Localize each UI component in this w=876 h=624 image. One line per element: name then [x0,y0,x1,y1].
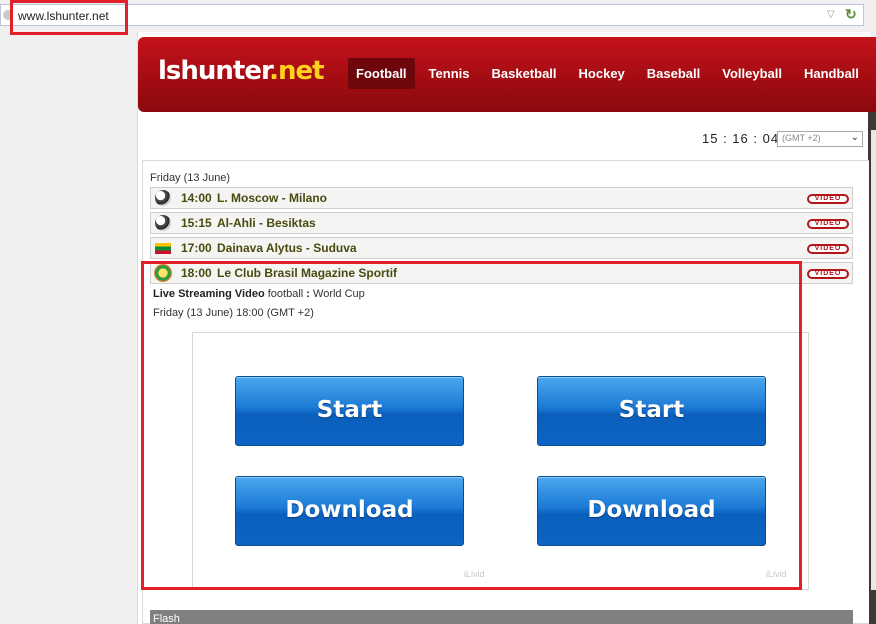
date-heading: Friday (13 June) [150,172,231,184]
video-badge[interactable]: VIDEO [807,219,849,229]
soccer-ball-icon [155,215,171,231]
logo-main: lshunter [158,56,270,86]
clock: 15 : 16 : 04 [702,131,780,146]
video-badge[interactable]: VIDEO [807,194,849,204]
nav-baseball[interactable]: Baseball [639,58,708,89]
match-row[interactable]: 17:00 Dainava Alytus - Suduva VIDEO [150,237,853,259]
nav-volleyball[interactable]: Volleyball [714,58,790,89]
match-teams[interactable]: Dainava Alytus - Suduva [217,241,357,255]
reload-icon[interactable]: ↻ [845,6,857,23]
match-teams[interactable]: L. Moscow - Milano [217,191,327,205]
site-logo[interactable]: lshunter.net [158,56,325,86]
sport-nav: Football Tennis Basketball Hockey Baseba… [348,58,876,90]
timezone-value: (GMT +2) [782,133,821,143]
url-highlight-box [10,0,128,35]
site-header: lshunter.net Football Tennis Basketball … [138,37,876,112]
match-time: 14:00 [181,191,212,205]
lithuania-flag-icon [155,243,171,254]
dropdown-arrow-icon[interactable]: ▽ [827,9,835,20]
match-time: 15:15 [181,216,212,230]
browser-address-bar: www.lshunter.net ▽ ↻ [0,0,876,32]
video-badge[interactable]: VIDEO [807,244,849,254]
match-row[interactable]: 15:15 Al-Ahli - Besiktas VIDEO [150,212,853,234]
scrollbar-track[interactable] [871,130,876,590]
soccer-ball-icon [155,190,171,206]
nav-basketball[interactable]: Basketball [483,58,564,89]
url-field[interactable]: www.lshunter.net ▽ ↻ [0,4,864,26]
nav-tennis[interactable]: Tennis [421,58,478,89]
match-row[interactable]: 14:00 L. Moscow - Milano VIDEO [150,187,853,209]
logo-suffix: .net [269,56,324,86]
chevron-down-icon: ⌄ [850,132,859,143]
video-badge[interactable]: VIDEO [807,269,849,279]
nav-football[interactable]: Football [348,58,415,89]
match-time: 17:00 [181,241,212,255]
nav-hockey[interactable]: Hockey [571,58,633,89]
nav-handball[interactable]: Handball [796,58,867,89]
timezone-select[interactable]: (GMT +2) ⌄ [777,131,863,147]
match-teams[interactable]: Al-Ahli - Besiktas [217,216,316,230]
content-highlight-box [141,261,802,590]
flash-bar: Flash [150,610,853,624]
